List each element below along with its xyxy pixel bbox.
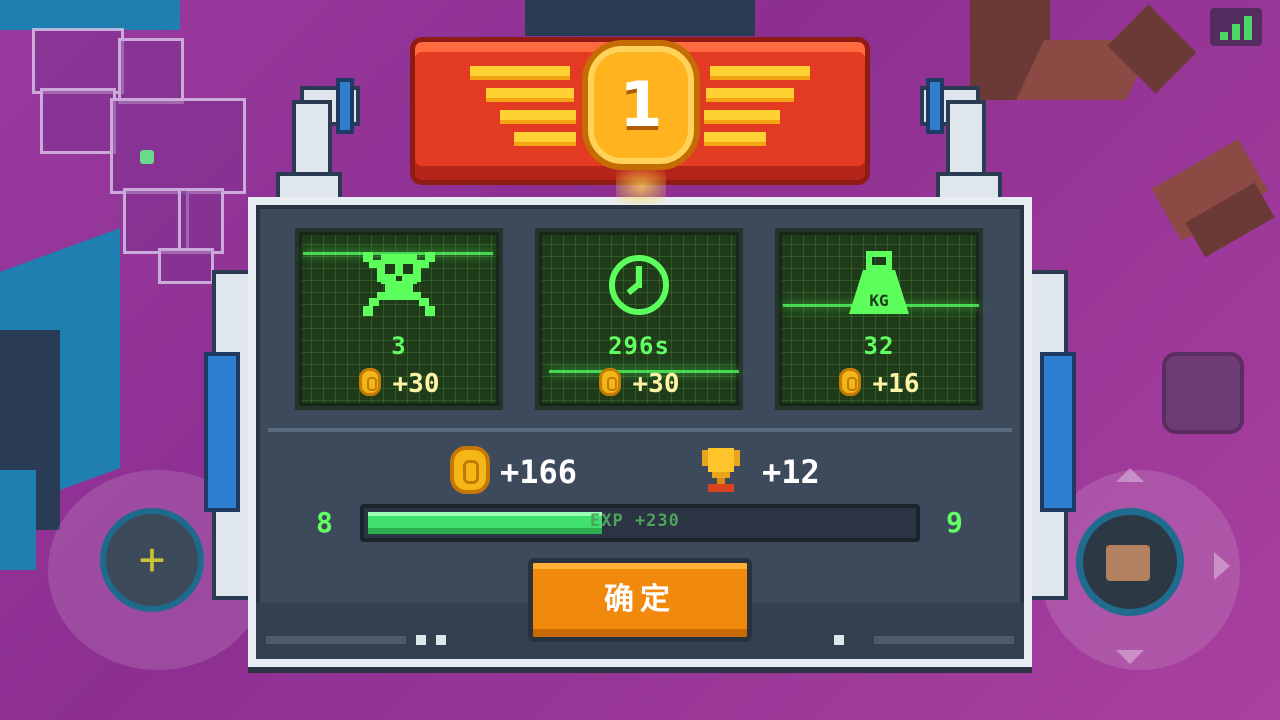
footer-dot — [436, 635, 446, 645]
weapon-icon — [1106, 545, 1150, 581]
time-value: 296s — [608, 332, 670, 360]
coin-icon — [358, 368, 381, 396]
weight-card: KG 32 +16 — [775, 228, 983, 410]
wing-stripe — [514, 132, 576, 146]
minimap[interactable] — [28, 28, 258, 284]
total-coin-icon — [450, 446, 490, 494]
rank-number: 1 — [619, 68, 663, 141]
skull-crossbones-icon — [363, 252, 435, 316]
panel-divider — [268, 428, 1012, 432]
total-coins: +166 — [500, 453, 578, 491]
footer-stripe — [266, 636, 406, 644]
wing-stripe — [704, 132, 766, 146]
confirm-button-label: 确定 — [604, 582, 676, 617]
wing-stripe — [704, 110, 780, 124]
minimap-room — [158, 248, 214, 284]
plus-icon: + — [138, 534, 166, 585]
kg-weight-icon: KG — [849, 251, 909, 314]
time-reward: +30 — [539, 368, 739, 399]
footer-dot — [834, 635, 844, 645]
minimap-room — [32, 28, 124, 94]
time-reward-amount: +30 — [632, 369, 680, 399]
wing-stripe — [710, 66, 810, 80]
coin-icon — [598, 368, 621, 396]
machine-block — [525, 0, 755, 36]
skill-button[interactable] — [1162, 352, 1244, 434]
minimap-room — [110, 98, 246, 194]
wing-stripe — [470, 66, 570, 80]
footer-stripe — [874, 636, 1014, 644]
minimap-room — [118, 38, 184, 104]
wing-stripe — [500, 110, 576, 124]
exp-progress-fill — [368, 512, 602, 534]
minimap-player-marker — [140, 150, 154, 164]
frame-pipe-joint — [336, 78, 354, 134]
weight-value: 32 — [863, 332, 895, 360]
kills-reward-amount: +30 — [392, 369, 440, 399]
minimap-room — [178, 188, 224, 254]
wing-stripe — [706, 88, 794, 102]
kills-reward: +30 — [299, 368, 499, 399]
time-card: 296s +30 — [535, 228, 743, 410]
confirm-button[interactable]: 确定 — [528, 558, 752, 642]
frame-pipe-joint — [926, 78, 944, 134]
wall-segment — [0, 470, 36, 570]
kills-value: 3 — [391, 332, 407, 360]
wing-stripe — [486, 88, 574, 102]
frame-pipe-joint — [204, 352, 240, 512]
weight-reward: +16 — [779, 368, 979, 399]
clock-icon — [609, 255, 669, 315]
total-trophies: +12 — [762, 453, 820, 491]
footer-dot — [416, 635, 426, 645]
frame-pipe-joint — [1040, 352, 1076, 512]
arrow-down-icon — [1116, 650, 1144, 664]
kills-card: 3 +30 — [295, 228, 503, 410]
arrow-right-icon — [1214, 552, 1230, 580]
coin-icon — [838, 368, 861, 396]
exp-gain-text: EXP +230 — [590, 511, 680, 531]
weight-reward-amount: +16 — [872, 369, 920, 399]
trophy-icon — [702, 448, 740, 492]
arrow-up-icon — [1116, 468, 1144, 482]
minimap-room — [40, 88, 116, 154]
current-level: 8 — [316, 506, 333, 539]
signal-strength-icon — [1210, 8, 1262, 46]
medal-glow — [616, 170, 666, 204]
kg-label: KG — [869, 291, 888, 310]
wall-segment — [0, 0, 180, 30]
next-level: 9 — [946, 506, 963, 539]
